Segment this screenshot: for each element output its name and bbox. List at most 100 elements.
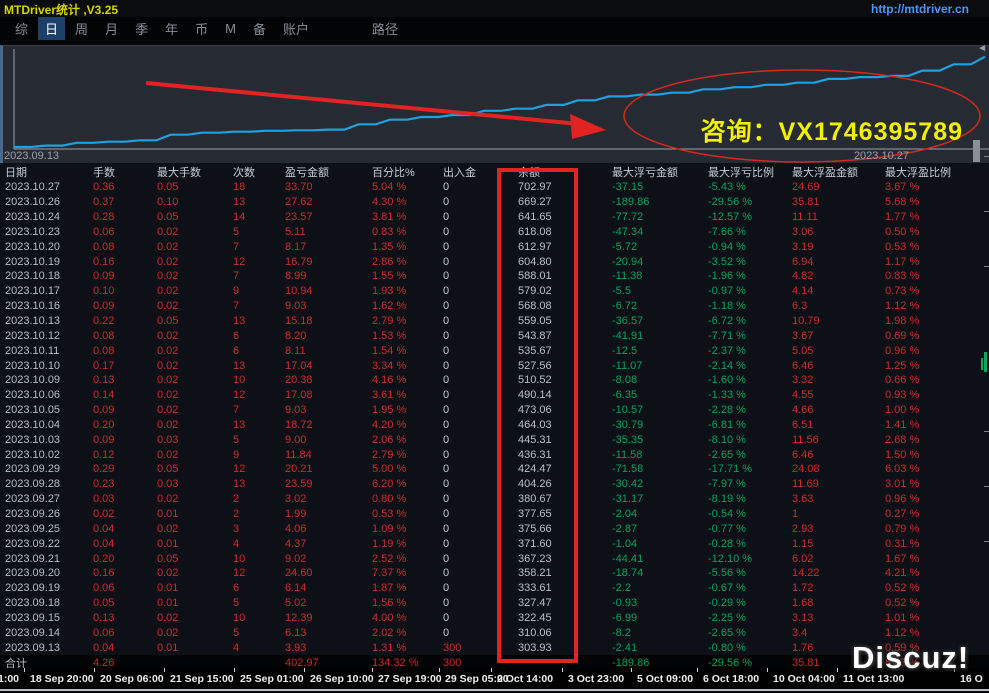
cell-9: -2.37 % bbox=[703, 345, 787, 357]
time-axis-bar: 1:0018 Sep 20:0020 Sep 06:0021 Sep 15:00… bbox=[0, 668, 989, 689]
cell-2: 0.02 bbox=[152, 612, 228, 624]
table-row[interactable]: 2023.09.180.050.0155.021.56 %0327.47-0.9… bbox=[0, 596, 989, 611]
cell-6: 0 bbox=[438, 389, 513, 401]
cell-3: 18 bbox=[228, 181, 280, 193]
table-row[interactable]: 2023.10.120.080.0268.201.53 %0543.87-41.… bbox=[0, 328, 989, 343]
cell-4: 4.37 bbox=[280, 538, 367, 550]
table-row[interactable]: 2023.10.230.060.0255.110.83 %0618.08-47.… bbox=[0, 225, 989, 240]
cell-6: 0 bbox=[438, 241, 513, 253]
table-row[interactable]: 2023.09.270.030.0223.020.80 %0380.67-31.… bbox=[0, 492, 989, 507]
table-row[interactable]: 2023.10.020.120.02911.842.79 %0436.31-11… bbox=[0, 447, 989, 462]
table-row[interactable]: 2023.09.140.060.0256.132.02 %0310.06-8.2… bbox=[0, 625, 989, 640]
cell-9: -0.54 % bbox=[703, 508, 787, 520]
column-header-0: 日期 bbox=[0, 164, 88, 180]
table-row[interactable]: 2023.10.130.220.051315.182.79 %0559.05-3… bbox=[0, 314, 989, 329]
cell-9: -7.66 % bbox=[703, 226, 787, 238]
menu-item-10[interactable]: 路径 bbox=[365, 17, 405, 40]
cell-10: 11.11 bbox=[787, 211, 880, 223]
menu-item-7[interactable]: M bbox=[218, 19, 243, 38]
cell-4: 5.02 bbox=[280, 597, 367, 609]
cell-5: 1.95 % bbox=[367, 404, 438, 416]
table-row[interactable]: 2023.10.200.080.0278.171.35 %0612.97-5.7… bbox=[0, 239, 989, 254]
table-row[interactable]: 2023.09.190.060.0166.141.87 %0333.61-2.2… bbox=[0, 581, 989, 596]
table-row[interactable]: 2023.10.050.090.0279.031.95 %0473.06-10.… bbox=[0, 403, 989, 418]
cell-11: 1.12 % bbox=[880, 300, 984, 312]
cell-9: -1.96 % bbox=[703, 270, 787, 282]
cell-7: 367.23 bbox=[513, 553, 607, 565]
menu-item-2[interactable]: 周 bbox=[68, 17, 95, 40]
cell-7: 436.31 bbox=[513, 449, 607, 461]
cell-9: -2.28 % bbox=[703, 404, 787, 416]
table-row[interactable]: 2023.09.250.040.0234.061.09 %0375.66-2.8… bbox=[0, 521, 989, 536]
table-row[interactable]: 2023.10.270.360.051833.705.04 %0702.97-3… bbox=[0, 180, 989, 195]
cell-7: 371.60 bbox=[513, 538, 607, 550]
cell-10: 6.02 bbox=[787, 553, 880, 565]
menu-item-0[interactable]: 综 bbox=[8, 17, 35, 40]
table-row[interactable]: 2023.10.060.140.021217.083.61 %0490.14-6… bbox=[0, 388, 989, 403]
menu-item-9[interactable]: 账户 bbox=[276, 17, 316, 40]
cell-11: 0.73 % bbox=[880, 285, 984, 297]
cell-7: 535.67 bbox=[513, 345, 607, 357]
table-row[interactable]: 2023.09.150.130.021012.394.00 %0322.45-6… bbox=[0, 610, 989, 625]
table-row[interactable]: 2023.10.090.130.021020.384.16 %0510.52-8… bbox=[0, 373, 989, 388]
cell-3: 5 bbox=[228, 226, 280, 238]
cell-4: 8.11 bbox=[280, 345, 367, 357]
cell-11: 0.52 % bbox=[880, 582, 984, 594]
table-row[interactable]: 2023.09.200.160.021224.607.37 %0358.21-1… bbox=[0, 566, 989, 581]
cell-9: -7.97 % bbox=[703, 478, 787, 490]
total-row[interactable]: 合计4.26402.97134.32 %300-189.86-29.56 %35… bbox=[0, 655, 989, 668]
cell-11: 0.27 % bbox=[880, 508, 984, 520]
cell-8: -8.08 bbox=[607, 374, 703, 386]
scrollbar-green-mark bbox=[981, 358, 983, 370]
menu-item-1[interactable]: 日 bbox=[38, 17, 65, 40]
equity-chart: 2023.09.13 2023.10.27 咨询：VX1746395789 bbox=[0, 45, 989, 163]
site-url-link[interactable]: http://mtdriver.cn bbox=[871, 2, 969, 16]
table-row[interactable]: 2023.10.160.090.0279.031.62 %0568.08-6.7… bbox=[0, 299, 989, 314]
table-row[interactable]: 2023.10.030.090.0359.002.06 %0445.31-35.… bbox=[0, 432, 989, 447]
table-row[interactable]: 2023.09.260.020.0121.990.53 %0377.65-2.0… bbox=[0, 507, 989, 522]
bottom-divider bbox=[0, 689, 989, 691]
menu-item-5[interactable]: 年 bbox=[158, 17, 185, 40]
table-row[interactable]: 2023.10.240.280.051423.573.81 %0641.65-7… bbox=[0, 210, 989, 225]
cell-11: 1.98 % bbox=[880, 315, 984, 327]
menu-item-8[interactable]: 备 bbox=[246, 17, 273, 40]
table-row[interactable]: 2023.09.130.040.0143.931.31 %300303.93-2… bbox=[0, 640, 989, 655]
cell-5: 3.34 % bbox=[367, 360, 438, 372]
cell-6: 0 bbox=[438, 463, 513, 475]
cell-4: 16.79 bbox=[280, 256, 367, 268]
cell-6: 0 bbox=[438, 181, 513, 193]
table-row[interactable]: 2023.09.210.200.05109.022.52 %0367.23-44… bbox=[0, 551, 989, 566]
table-row[interactable]: 2023.09.220.040.0144.371.19 %0371.60-1.0… bbox=[0, 536, 989, 551]
table-row[interactable]: 2023.10.180.090.0278.991.55 %0588.01-11.… bbox=[0, 269, 989, 284]
cell-5: 0.53 % bbox=[367, 508, 438, 520]
cell-0: 2023.10.18 bbox=[0, 270, 88, 282]
cell-11: 0.66 % bbox=[880, 374, 984, 386]
table-row[interactable]: 2023.10.260.370.101327.624.30 %0669.27-1… bbox=[0, 195, 989, 210]
menu-item-6[interactable]: 币 bbox=[188, 17, 215, 40]
cell-7: 377.65 bbox=[513, 508, 607, 520]
table-row[interactable]: 2023.09.280.230.031323.596.20 %0404.26-3… bbox=[0, 477, 989, 492]
cell-0: 2023.10.26 bbox=[0, 196, 88, 208]
table-row[interactable]: 2023.10.190.160.021216.792.86 %0604.80-2… bbox=[0, 254, 989, 269]
scrollbar-handle[interactable] bbox=[973, 140, 980, 162]
cell-11: 0.96 % bbox=[880, 345, 984, 357]
cell-6: 0 bbox=[438, 597, 513, 609]
cell-7: 618.08 bbox=[513, 226, 607, 238]
scroll-left-arrow-icon[interactable]: ◄ bbox=[977, 43, 987, 54]
table-row[interactable]: 2023.10.100.170.021317.043.34 %0527.56-1… bbox=[0, 358, 989, 373]
cell-2: 0.02 bbox=[152, 300, 228, 312]
table-row[interactable]: 2023.10.170.100.02910.941.93 %0579.02-5.… bbox=[0, 284, 989, 299]
table-row[interactable]: 2023.10.110.080.0268.111.54 %0535.67-12.… bbox=[0, 343, 989, 358]
table-row[interactable]: 2023.10.040.200.021318.724.20 %0464.03-3… bbox=[0, 418, 989, 433]
cell-1: 0.04 bbox=[88, 538, 152, 550]
menu-item-3[interactable]: 月 bbox=[98, 17, 125, 40]
cell-3: 7 bbox=[228, 270, 280, 282]
cell-3: 2 bbox=[228, 493, 280, 505]
menu-item-4[interactable]: 季 bbox=[128, 17, 155, 40]
table-row[interactable]: 2023.09.290.290.051220.215.00 %0424.47-7… bbox=[0, 462, 989, 477]
cell-1: 0.12 bbox=[88, 449, 152, 461]
cell-11: 3.67 % bbox=[880, 181, 984, 193]
cell-10: 10.79 bbox=[787, 315, 880, 327]
cell-8: -2.41 bbox=[607, 642, 703, 654]
cell-10: 4.82 bbox=[787, 270, 880, 282]
